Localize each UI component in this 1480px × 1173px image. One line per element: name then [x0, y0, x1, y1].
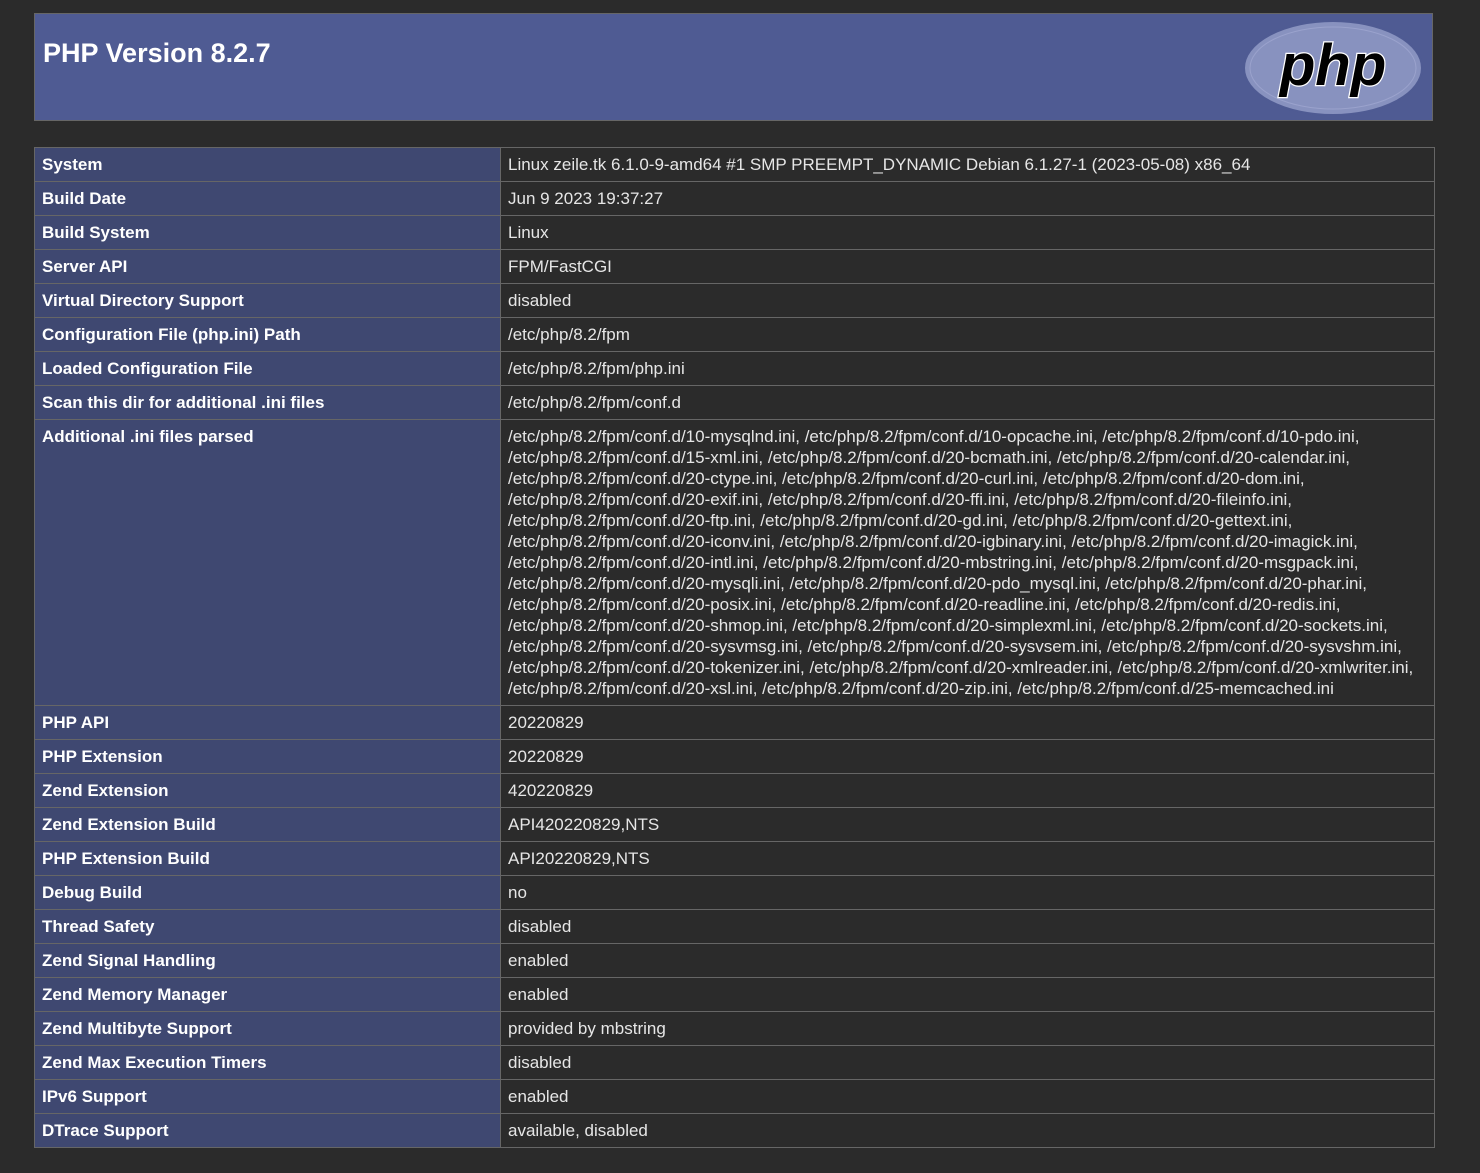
table-row: Configuration File (php.ini) Path/etc/ph…: [34, 317, 1435, 352]
table-row: Zend Max Execution Timers disabled: [34, 1045, 1435, 1080]
row-key: Server API: [34, 249, 501, 284]
table-row: PHP API 20220829: [34, 705, 1435, 740]
table-row: Zend Multibyte Support provided by mbstri…: [34, 1011, 1435, 1046]
phpinfo-header: PHP Version 8.2.7 php: [34, 13, 1433, 121]
table-row: Zend Memory Manager enabled: [34, 977, 1435, 1012]
row-value: disabled: [500, 1045, 1435, 1080]
row-value: disabled: [500, 909, 1435, 944]
row-key: Configuration File (php.ini) Path: [34, 317, 501, 352]
row-value: 420220829: [500, 773, 1435, 808]
table-row: Zend Extension 420220829: [34, 773, 1435, 808]
row-value: 20220829: [500, 705, 1435, 740]
row-value: API420220829,NTS: [500, 807, 1435, 842]
row-value: /etc/php/8.2/fpm/php.ini: [500, 351, 1435, 386]
info-table: System Linux zeile.tk 6.1.0-9-amd64 #1 SM…: [34, 147, 1435, 1148]
row-key: System: [34, 147, 501, 182]
table-row: DTrace Support available, disabled: [34, 1113, 1435, 1148]
row-value: disabled: [500, 283, 1435, 318]
row-value: /etc/php/8.2/fpm/conf.d/10-mysqlnd.ini, …: [500, 419, 1435, 706]
row-key: PHP Extension: [34, 739, 501, 774]
table-row: Thread Safety disabled: [34, 909, 1435, 944]
row-key: Zend Signal Handling: [34, 943, 501, 978]
row-key: DTrace Support: [34, 1113, 501, 1148]
table-row: Scan this dir for additional .ini files /…: [34, 385, 1435, 420]
table-row: PHP Extension 20220829: [34, 739, 1435, 774]
row-value: enabled: [500, 977, 1435, 1012]
row-value: /etc/php/8.2/fpm/conf.d: [500, 385, 1435, 420]
row-key: Loaded Configuration File: [34, 351, 501, 386]
row-key: IPv6 Support: [34, 1079, 501, 1114]
table-row: Zend Extension Build API420220829,NTS: [34, 807, 1435, 842]
row-key: Build System: [34, 215, 501, 250]
row-key: Additional .ini files parsed: [34, 419, 501, 706]
row-key: Zend Extension Build: [34, 807, 501, 842]
row-value: provided by mbstring: [500, 1011, 1435, 1046]
php-logo-text: php: [1278, 33, 1386, 98]
row-key: Virtual Directory Support: [34, 283, 501, 318]
page-title: PHP Version 8.2.7: [43, 38, 271, 68]
table-row: Zend Signal Handling enabled: [34, 943, 1435, 978]
table-row: Virtual Directory Support disabled: [34, 283, 1435, 318]
row-value: Linux zeile.tk 6.1.0-9-amd64 #1 SMP PREE…: [500, 147, 1435, 182]
row-value: available, disabled: [500, 1113, 1435, 1148]
row-key: Zend Max Execution Timers: [34, 1045, 501, 1080]
row-value: /etc/php/8.2/fpm: [500, 317, 1435, 352]
row-value: Linux: [500, 215, 1435, 250]
row-key: Build Date: [34, 181, 501, 216]
table-row: PHP Extension Build API20220829,NTS: [34, 841, 1435, 876]
row-value: no: [500, 875, 1435, 910]
row-value: enabled: [500, 943, 1435, 978]
row-key: Debug Build: [34, 875, 501, 910]
row-key: PHP API: [34, 705, 501, 740]
table-row: Build System Linux: [34, 215, 1435, 250]
row-value: API20220829,NTS: [500, 841, 1435, 876]
table-row: Loaded Configuration File/etc/php/8.2/fp…: [34, 351, 1435, 386]
table-row: Debug Build no: [34, 875, 1435, 910]
row-key: PHP Extension Build: [34, 841, 501, 876]
table-row: IPv6 Support enabled: [34, 1079, 1435, 1114]
row-value: Jun 9 2023 19:37:27: [500, 181, 1435, 216]
table-row: Server API FPM/FastCGI: [34, 249, 1435, 284]
php-logo[interactable]: php: [1242, 19, 1424, 117]
table-row: System Linux zeile.tk 6.1.0-9-amd64 #1 SM…: [34, 147, 1435, 182]
info-table-body: System Linux zeile.tk 6.1.0-9-amd64 #1 SM…: [34, 147, 1435, 1148]
table-row: Additional .ini files parsed/etc/php/8.2…: [34, 419, 1435, 706]
row-key: Zend Multibyte Support: [34, 1011, 501, 1046]
row-key: Zend Extension: [34, 773, 501, 808]
row-key: Thread Safety: [34, 909, 501, 944]
row-value: enabled: [500, 1079, 1435, 1114]
row-value: 20220829: [500, 739, 1435, 774]
row-key: Zend Memory Manager: [34, 977, 501, 1012]
row-key: Scan this dir for additional .ini files: [34, 385, 501, 420]
row-value: FPM/FastCGI: [500, 249, 1435, 284]
table-row: Build Date Jun 9 2023 19:37:27: [34, 181, 1435, 216]
